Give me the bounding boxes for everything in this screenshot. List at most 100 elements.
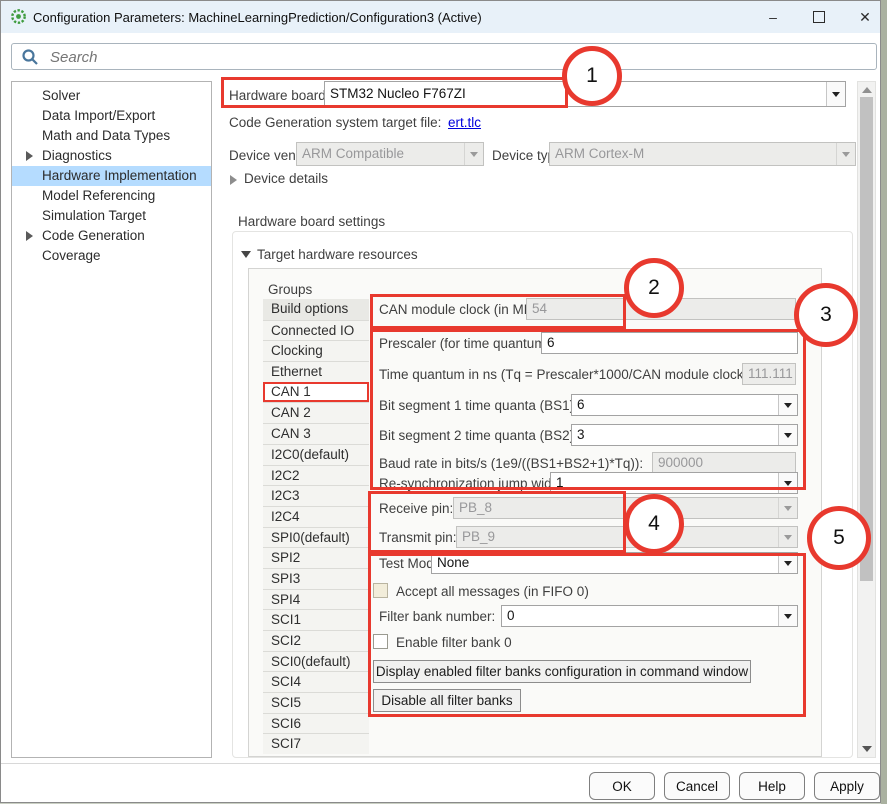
group-item-spi0[interactable]: SPI0(default) [263,527,369,548]
chevron-down-icon[interactable] [778,606,797,626]
ert-tlc-link[interactable]: ert.tlc [448,115,481,130]
scroll-up-icon[interactable] [858,82,875,93]
chevron-down-icon[interactable] [778,425,797,445]
chevron-down-icon[interactable] [778,553,797,573]
annotation-circle-3: 3 [794,283,858,347]
group-item-sci1[interactable]: SCI1 [263,609,369,630]
enable-filter-bank-label: Enable filter bank 0 [396,635,512,650]
scrollbar-thumb[interactable] [860,97,873,581]
chevron-down-icon[interactable] [826,82,845,106]
close-button[interactable]: ✕ [850,7,880,27]
search-icon [21,48,39,66]
help-button[interactable]: Help [739,772,805,800]
sidebar-item-simulation-target[interactable]: Simulation Target [12,206,211,226]
time-quantum-label: Time quantum in ns (Tq = Prescaler*1000/… [379,367,752,382]
maximize-button[interactable] [804,7,834,27]
search-box[interactable] [11,43,877,70]
group-item-spi3[interactable]: SPI3 [263,568,369,589]
annotation-circle-2: 2 [624,258,684,318]
device-details-toggle[interactable]: Device details [244,171,328,186]
group-item-sci2[interactable]: SCI2 [263,630,369,651]
test-mode-combobox[interactable]: None [431,552,798,574]
cancel-button[interactable]: Cancel [664,772,730,800]
group-item-can2[interactable]: CAN 2 [263,402,369,423]
collapse-arrow-icon[interactable] [241,251,251,258]
search-input[interactable] [48,46,852,69]
hardware-board-label: Hardware board: [229,88,330,103]
window-title: Configuration Parameters: MachineLearnin… [33,10,482,25]
bit-segment2-label: Bit segment 2 time quanta (BS2): [379,428,578,443]
bit-segment2-combobox[interactable]: 3 [571,424,798,446]
group-item-sci7[interactable]: SCI7 [263,733,369,754]
system-target-file-label: Code Generation system target file: [229,115,441,130]
device-type-combobox: ARM Cortex-M [549,142,856,166]
bit-segment1-combobox[interactable]: 6 [571,394,798,416]
settings-category-tree: Solver Data Import/Export Math and Data … [11,81,212,758]
group-item-connected-io[interactable]: Connected IO [263,320,369,341]
desktop-background [881,0,887,804]
group-item-can3[interactable]: CAN 3 [263,423,369,444]
chevron-down-icon [464,143,483,165]
expand-arrow-icon[interactable] [230,175,237,185]
accept-all-messages-checkbox[interactable] [373,583,388,598]
close-icon: ✕ [859,9,871,26]
group-item-i2c4[interactable]: I2C4 [263,506,369,527]
resync-jump-width-combobox[interactable]: 1 [550,472,798,494]
scroll-down-icon[interactable] [858,746,875,752]
group-item-build-options[interactable]: Build options [263,299,369,320]
group-item-spi2[interactable]: SPI2 [263,547,369,568]
chevron-down-icon [778,498,797,518]
chevron-down-icon[interactable] [778,395,797,415]
group-item-i2c2[interactable]: I2C2 [263,465,369,486]
expand-arrow-icon[interactable] [26,151,33,161]
disable-all-filter-banks-button[interactable]: Disable all filter banks [373,689,521,712]
prescaler-field[interactable]: 6 [541,332,798,354]
footer-divider [1,763,880,764]
group-item-can1[interactable]: CAN 1 [263,382,369,403]
target-hardware-resources-toggle[interactable]: Target hardware resources [257,247,418,262]
sidebar-item-data-import-export[interactable]: Data Import/Export [12,106,211,126]
bit-segment1-label: Bit segment 1 time quanta (BS1): [379,398,578,413]
sidebar-item-solver[interactable]: Solver [12,86,211,106]
sidebar-item-code-generation[interactable]: Code Generation [12,226,211,246]
sidebar-item-coverage[interactable]: Coverage [12,246,211,266]
sidebar-item-hardware-implementation[interactable]: Hardware Implementation [12,166,211,186]
group-item-ethernet[interactable]: Ethernet [263,361,369,382]
titlebar: Configuration Parameters: MachineLearnin… [1,1,880,33]
accept-all-messages-label: Accept all messages (in FIFO 0) [396,584,589,599]
sidebar-item-model-referencing[interactable]: Model Referencing [12,186,211,206]
configuration-parameters-window: Configuration Parameters: MachineLearnin… [0,0,881,803]
time-quantum-field: 111.111 [742,363,796,385]
group-item-spi4[interactable]: SPI4 [263,589,369,610]
group-item-i2c0[interactable]: I2C0(default) [263,444,369,465]
chevron-down-icon [778,527,797,547]
filter-bank-number-combobox[interactable]: 0 [501,605,798,627]
group-item-sci5[interactable]: SCI5 [263,692,369,713]
group-item-clocking[interactable]: Clocking [263,340,369,361]
filter-bank-number-label: Filter bank number: [379,609,495,624]
baud-rate-field: 900000 [652,452,796,474]
chevron-down-icon[interactable] [778,473,797,493]
receive-pin-label: Receive pin: [379,501,453,516]
annotation-circle-1: 1 [562,46,622,106]
simulink-config-gear-icon [10,8,27,25]
chevron-down-icon [836,143,855,165]
apply-button[interactable]: Apply [814,772,880,800]
display-filter-banks-button[interactable]: Display enabled filter banks configurati… [373,660,751,683]
sidebar-item-math-and-data-types[interactable]: Math and Data Types [12,126,211,146]
sidebar-item-diagnostics[interactable]: Diagnostics [12,146,211,166]
prescaler-label: Prescaler (for time quantum): [379,336,554,351]
minimize-icon: – [769,9,777,25]
group-item-sci0[interactable]: SCI0(default) [263,651,369,672]
ok-button[interactable]: OK [589,772,655,800]
group-item-sci4[interactable]: SCI4 [263,671,369,692]
minimize-button[interactable]: – [758,7,788,27]
baud-rate-label: Baud rate in bits/s (1e9/((BS1+BS2+1)*Tq… [379,456,643,471]
groups-header: Groups [268,282,312,297]
expand-arrow-icon[interactable] [26,231,33,241]
enable-filter-bank-checkbox[interactable] [373,634,388,649]
transmit-pin-label: Transmit pin: [379,530,457,545]
group-item-sci6[interactable]: SCI6 [263,713,369,734]
annotation-circle-5: 5 [807,506,871,570]
group-item-i2c3[interactable]: I2C3 [263,485,369,506]
